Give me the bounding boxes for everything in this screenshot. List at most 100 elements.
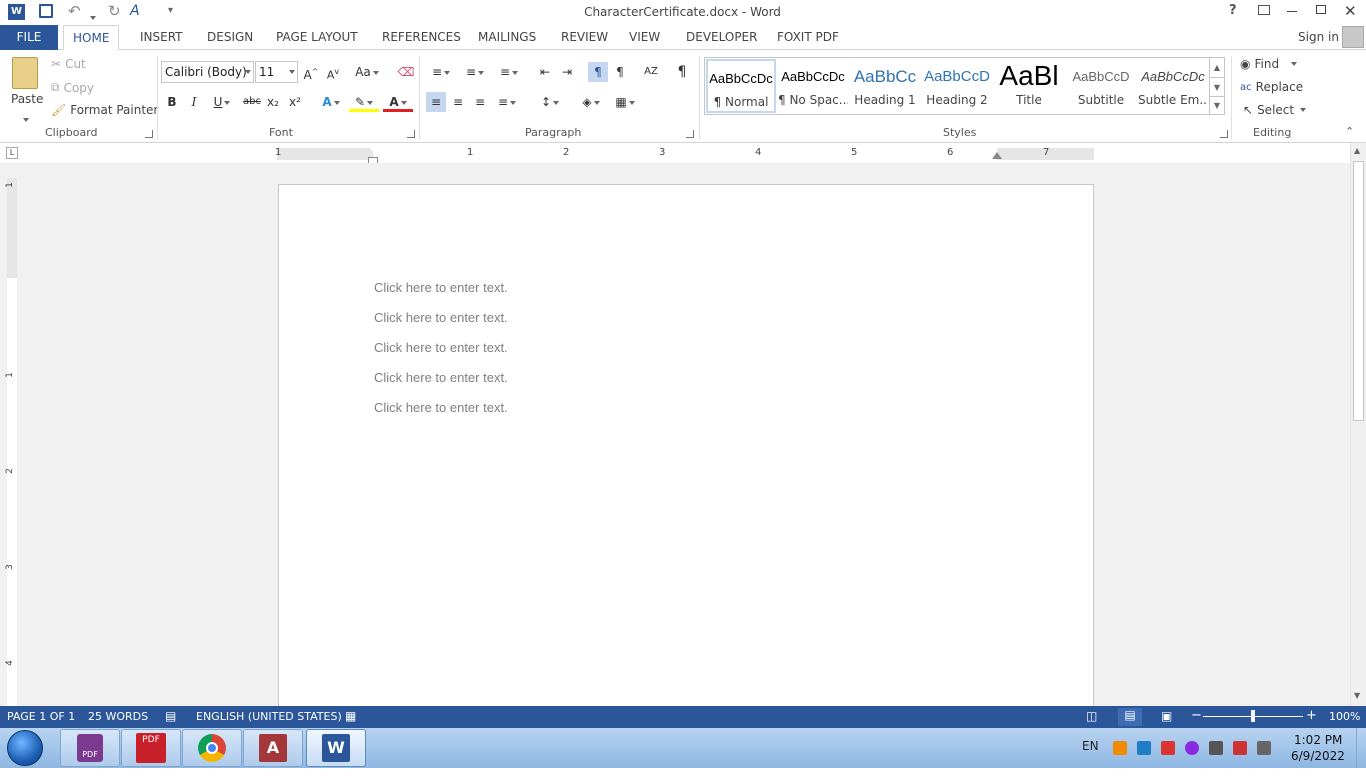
undo-dropdown-icon[interactable] bbox=[88, 10, 96, 24]
minimize-button[interactable] bbox=[1287, 11, 1297, 12]
decrease-indent-icon[interactable]: ⇤ bbox=[535, 62, 555, 82]
tab-view[interactable]: VIEW bbox=[620, 25, 669, 50]
read-mode-icon[interactable]: ◫ bbox=[1086, 709, 1097, 723]
clock-time[interactable]: 1:02 PM bbox=[1294, 733, 1342, 747]
tray-device-icon[interactable] bbox=[1209, 741, 1223, 755]
clipboard-launcher-icon[interactable] bbox=[145, 130, 153, 138]
word-icon[interactable]: W bbox=[8, 4, 25, 20]
redo-icon[interactable]: ↻ bbox=[108, 2, 121, 20]
style-title[interactable]: AaBl Title bbox=[994, 59, 1064, 113]
language[interactable]: ENGLISH (UNITED STATES) bbox=[196, 710, 342, 723]
show-desktop-button[interactable] bbox=[1356, 728, 1366, 768]
save-icon[interactable] bbox=[39, 4, 53, 18]
taskbar-pdf-editor[interactable]: PDF bbox=[121, 729, 181, 767]
align-left-icon[interactable]: ≡ bbox=[426, 92, 446, 112]
content-control-placeholder[interactable]: Click here to enter text. bbox=[374, 280, 508, 295]
font-color-icon[interactable]: A bbox=[383, 92, 413, 112]
taskbar-foxit-reader[interactable]: PDF bbox=[60, 729, 120, 767]
tab-developer[interactable]: DEVELOPER bbox=[677, 25, 766, 50]
paste-button[interactable]: Paste bbox=[11, 92, 43, 106]
tab-page-layout[interactable]: PAGE LAYOUT bbox=[267, 25, 367, 50]
format-painter-button[interactable]: 🖌 Format Painter bbox=[51, 103, 158, 117]
word-count[interactable]: 25 WORDS bbox=[88, 710, 148, 723]
styles-scroll-up-icon[interactable]: ▲ bbox=[1209, 58, 1224, 77]
horizontal-ruler[interactable]: 1 1 2 3 4 5 6 7 bbox=[275, 146, 1094, 165]
tab-insert[interactable]: INSERT bbox=[131, 25, 192, 50]
customize-qat-icon[interactable]: ▾ bbox=[168, 5, 173, 16]
shading-icon[interactable]: ◈ bbox=[576, 92, 606, 112]
style-heading-1[interactable]: AaBbCc Heading 1 bbox=[850, 59, 920, 113]
font-name-combo[interactable]: Calibri (Body) bbox=[161, 61, 254, 83]
taskbar-access[interactable]: A bbox=[243, 729, 303, 767]
zoom-slider[interactable] bbox=[1203, 710, 1303, 722]
tray-pdf-icon[interactable] bbox=[1161, 741, 1175, 755]
content-control-placeholder[interactable]: Click here to enter text. bbox=[374, 370, 508, 385]
change-case-button[interactable]: Aa bbox=[352, 62, 382, 82]
select-button[interactable]: ↖ Select bbox=[1243, 103, 1307, 117]
tray-alert-icon[interactable] bbox=[1113, 741, 1127, 755]
font-size-combo[interactable]: 11 bbox=[255, 61, 298, 83]
line-spacing-icon[interactable]: ↕ bbox=[535, 92, 565, 112]
cut-button[interactable]: ✂ Cut bbox=[51, 57, 86, 71]
tab-selector[interactable]: L bbox=[6, 147, 18, 159]
replace-button[interactable]: ac Replace bbox=[1240, 80, 1303, 94]
text-effect-icon[interactable]: A bbox=[130, 3, 140, 19]
styles-scroll-down-icon[interactable]: ▼ bbox=[1209, 77, 1224, 96]
tray-network-icon[interactable] bbox=[1233, 741, 1247, 755]
text-effects-icon[interactable]: A bbox=[316, 92, 346, 112]
input-language[interactable]: EN bbox=[1082, 739, 1099, 753]
scrollbar-thumb[interactable] bbox=[1353, 161, 1364, 421]
proofing-icon[interactable]: ▤ bbox=[165, 709, 176, 723]
shrink-font-icon[interactable]: Av bbox=[323, 62, 343, 82]
underline-button[interactable]: U bbox=[206, 92, 238, 112]
increase-indent-icon[interactable]: ⇥ bbox=[557, 62, 577, 82]
tab-review[interactable]: REVIEW bbox=[552, 25, 617, 50]
right-indent-marker[interactable] bbox=[992, 152, 1002, 159]
tray-monitor-icon[interactable] bbox=[1137, 741, 1151, 755]
style-normal[interactable]: AaBbCcDc ¶ Normal bbox=[706, 59, 776, 113]
paste-icon[interactable] bbox=[12, 57, 38, 89]
help-button[interactable]: ? bbox=[1229, 3, 1237, 18]
start-button[interactable] bbox=[7, 730, 43, 766]
scroll-down-icon[interactable]: ▼ bbox=[1354, 691, 1360, 700]
tab-file[interactable]: FILE bbox=[0, 25, 58, 50]
zoom-slider-thumb[interactable] bbox=[1251, 710, 1255, 722]
tray-volume-icon[interactable] bbox=[1257, 741, 1271, 755]
taskbar-word[interactable]: W bbox=[306, 729, 366, 767]
vertical-ruler[interactable]: 1 1 2 3 4 bbox=[5, 178, 17, 706]
strikethrough-button[interactable]: abc bbox=[241, 92, 263, 112]
collapse-ribbon-icon[interactable]: ⌃ bbox=[1345, 125, 1354, 138]
page-count[interactable]: PAGE 1 OF 1 bbox=[7, 710, 75, 723]
content-control-placeholder[interactable]: Click here to enter text. bbox=[374, 400, 508, 415]
find-button[interactable]: ◉ Find bbox=[1240, 57, 1298, 71]
zoom-in-button[interactable]: + bbox=[1306, 708, 1317, 723]
tab-references[interactable]: REFERENCES bbox=[373, 25, 470, 50]
print-layout-icon[interactable]: ▤ bbox=[1118, 708, 1142, 726]
taskbar-chrome[interactable] bbox=[182, 729, 242, 767]
tab-home[interactable]: HOME bbox=[63, 25, 120, 51]
style-subtle-emphasis[interactable]: AaBbCcDc Subtle Em... bbox=[1138, 59, 1208, 113]
bullets-icon[interactable]: ≡ bbox=[426, 62, 456, 82]
content-control-placeholder[interactable]: Click here to enter text. bbox=[374, 310, 508, 325]
align-center-icon[interactable]: ≡ bbox=[448, 92, 468, 112]
paragraph-launcher-icon[interactable] bbox=[686, 130, 694, 138]
borders-icon[interactable]: ▦ bbox=[610, 92, 640, 112]
user-avatar[interactable] bbox=[1342, 26, 1364, 48]
copy-button[interactable]: ⧉ Copy bbox=[51, 80, 94, 95]
highlight-color-icon[interactable]: ✎ bbox=[349, 92, 379, 112]
first-line-indent-marker[interactable] bbox=[368, 146, 378, 152]
style-subtitle[interactable]: AaBbCcD Subtitle bbox=[1066, 59, 1136, 113]
right-to-left-icon[interactable]: ¶ bbox=[610, 62, 630, 82]
multilevel-list-icon[interactable]: ≡ bbox=[494, 62, 524, 82]
styles-launcher-icon[interactable] bbox=[1220, 130, 1228, 138]
styles-more-icon[interactable]: ▼ bbox=[1209, 96, 1224, 114]
superscript-button[interactable]: x² bbox=[285, 92, 305, 112]
content-control-placeholder[interactable]: Click here to enter text. bbox=[374, 340, 508, 355]
close-button[interactable]: ✕ bbox=[1344, 2, 1357, 20]
show-formatting-button[interactable]: ¶ bbox=[672, 62, 692, 82]
tab-mailings[interactable]: MAILINGS bbox=[469, 25, 545, 50]
macro-icon[interactable]: ▦ bbox=[345, 709, 356, 723]
clear-formatting-icon[interactable]: ⌫ bbox=[396, 62, 416, 82]
undo-icon[interactable]: ↶ bbox=[68, 2, 81, 20]
clock-date[interactable]: 6/9/2022 bbox=[1291, 749, 1345, 763]
